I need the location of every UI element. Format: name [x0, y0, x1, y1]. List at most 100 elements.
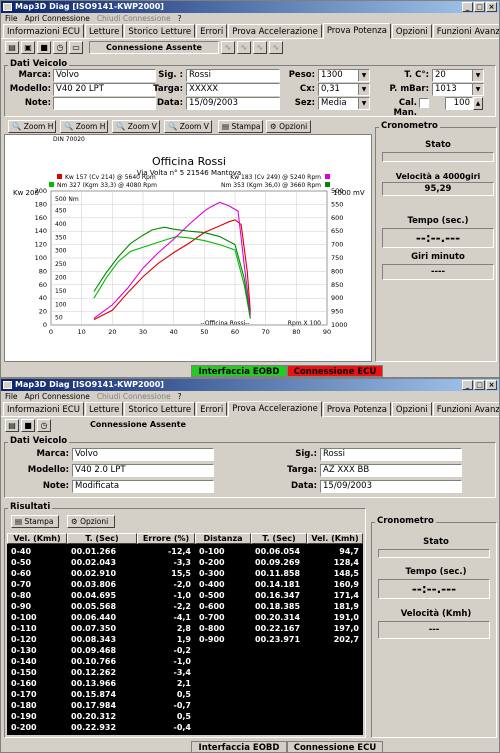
tab-prova-accelerazione[interactable]: Prova Accelerazione [228, 401, 322, 417]
marca-field[interactable]: Volvo [53, 69, 156, 82]
targa-field[interactable]: AZ XXX BB [320, 464, 462, 477]
menu-chiudi-connessione[interactable]: Chiudi Connessione [97, 391, 171, 402]
stampa-button[interactable]: ▤ Stampa [218, 120, 263, 133]
table-row[interactable]: 0-800 00.22.167 197,0 [7, 623, 363, 634]
opzioni-button[interactable]: ⚙ Opzioni [67, 515, 115, 528]
modello-field[interactable]: V40 20 LPT [53, 83, 156, 96]
cal-man-field[interactable]: 100 [445, 97, 473, 110]
save-icon[interactable]: ■ [37, 40, 51, 54]
menu-file[interactable]: File [5, 391, 18, 402]
menu-help[interactable]: ? [178, 391, 182, 402]
menu-help[interactable]: ? [178, 13, 182, 24]
tab-storico-letture[interactable]: Storico Letture [124, 24, 196, 38]
tab-informazioni-ecu[interactable]: Informazioni ECU [3, 402, 84, 416]
tab-prova-potenza[interactable]: Prova Potenza [322, 23, 391, 39]
spin-icon[interactable]: ▲ [473, 97, 483, 110]
tab-errori[interactable]: Errori [196, 24, 228, 38]
menu-file[interactable]: File [5, 13, 18, 24]
zoom-v-in-button[interactable]: 🔍 Zoom V [112, 120, 160, 133]
data-field[interactable]: 15/09/2003 [186, 97, 280, 110]
tab-informazioni-ecu[interactable]: Informazioni ECU [3, 24, 84, 38]
table-row[interactable]: 0-200 00.09.269 128,4 [7, 557, 363, 568]
col-header[interactable]: Distanza (m) [195, 533, 251, 552]
save-icon[interactable]: ■ [21, 418, 35, 432]
tab-funzioni-avanzate[interactable]: Funzioni Avanzate [432, 24, 499, 38]
zoom-h-out-button[interactable]: 🔍 Zoom H [60, 120, 108, 133]
tab-letture[interactable]: Letture [84, 24, 124, 38]
results-table[interactable]: Vel. (Kmh) T. (Sec) Errore (%) Distanza … [7, 533, 363, 735]
col-header[interactable]: Errore (%) [137, 533, 195, 544]
minimize-button[interactable]: _ [462, 2, 473, 12]
table-row[interactable]: 0-170 00.15.874 0,5 [7, 689, 195, 700]
monitor-icon[interactable]: ▭ [69, 40, 83, 54]
new-icon[interactable]: ▤ [5, 40, 19, 54]
note-field[interactable] [53, 97, 156, 110]
zoom-v-out-button[interactable]: 🔍 Zoom V [164, 120, 212, 133]
y3-tick-label: 400 [55, 221, 67, 228]
targa-field[interactable]: XXXXX [186, 83, 280, 96]
menu-apri-connessione[interactable]: Apri Connessione [25, 391, 90, 402]
table-row[interactable]: 0-900 00.23.971 202,7 [7, 634, 363, 645]
col-header[interactable]: Vel. (Kmh) [307, 533, 363, 544]
table-cell: 0-500 [199, 591, 225, 600]
menu-apri-connessione[interactable]: Apri Connessione [25, 13, 90, 24]
timer-icon[interactable]: ◷ [53, 40, 67, 54]
marca-field[interactable]: Volvo [72, 448, 214, 461]
opzioni-button[interactable]: ⚙ Opzioni [266, 120, 311, 133]
sez-select[interactable]: Media [318, 97, 370, 110]
table-row[interactable]: 0-100 00.06.054 94,7 [7, 546, 363, 557]
open-icon[interactable]: ▣ [21, 40, 35, 54]
tab-prova-accelerazione[interactable]: Prova Accelerazione [228, 24, 322, 38]
tab-prova-potenza[interactable]: Prova Potenza [322, 402, 391, 416]
stampa-button[interactable]: ▤ Stampa [11, 515, 59, 528]
sig-field[interactable]: Rossi [320, 448, 462, 461]
maximize-button[interactable]: □ [474, 380, 485, 390]
table-row[interactable]: 0-700 00.20.314 191,0 [7, 612, 363, 623]
tab-opzioni[interactable]: Opzioni [391, 402, 432, 416]
tab-errori[interactable]: Errori [196, 402, 228, 416]
col-header[interactable]: Vel. (Kmh) [7, 533, 67, 544]
tab-storico-letture[interactable]: Storico Letture [124, 402, 196, 416]
new-icon[interactable]: ▤ [5, 418, 19, 432]
table-row[interactable]: 0-500 00.16.347 171,4 [7, 590, 363, 601]
cal-man-checkbox[interactable] [419, 98, 429, 108]
tc-select[interactable]: 20 [432, 69, 484, 82]
table-row[interactable]: 0-600 00.18.385 181,9 [7, 601, 363, 612]
timer-icon[interactable]: ◷ [37, 418, 51, 432]
data-field[interactable]: 15/09/2003 [320, 480, 462, 493]
table-row[interactable]: 0-130 00.09.468 -0,2 [7, 645, 195, 656]
table-row[interactable]: 0-160 00.13.966 2,1 [7, 678, 195, 689]
table-row[interactable]: 0-150 00.12.262 -3,4 [7, 667, 195, 678]
pmbar-select[interactable]: 1013 [432, 83, 484, 96]
tab-letture[interactable]: Letture [84, 402, 124, 416]
zoom-h-in-button[interactable]: 🔍 Zoom H [8, 120, 56, 133]
table-cell: 00.22.167 [255, 624, 301, 633]
graph-icon[interactable]: ∿ [269, 40, 283, 54]
close-button[interactable]: × [486, 380, 497, 390]
graph-icon[interactable]: ∿ [253, 40, 267, 54]
table-row[interactable]: 0-180 00.17.984 -0,7 [7, 700, 195, 711]
close-button[interactable]: × [486, 2, 497, 12]
table-row[interactable]: 0-190 00.20.312 0,5 [7, 711, 195, 722]
graph-icon[interactable]: ∿ [221, 40, 235, 54]
modello-field[interactable]: V40 2.0 LPT [72, 464, 214, 477]
title-bar[interactable]: Map3D Diag [ISO9141-KWP2000] _ □ × [1, 1, 499, 13]
col-header[interactable]: T. (Sec) [67, 533, 137, 544]
sig-field[interactable]: Rossi [186, 69, 280, 82]
cx-select[interactable]: 0,31 [318, 83, 370, 96]
table-row[interactable]: 0-300 00.11.858 148,5 [7, 568, 363, 579]
table-row[interactable]: 0-140 00.10.766 -1,0 [7, 656, 195, 667]
table-row[interactable]: 0-400 00.14.181 160,9 [7, 579, 363, 590]
maximize-button[interactable]: □ [474, 2, 485, 12]
table-row[interactable]: 0-200 00.22.932 -0,4 [7, 722, 195, 733]
col-header[interactable]: T. (Sec) [251, 533, 307, 544]
peso-select[interactable]: 1300 [318, 69, 370, 82]
minimize-button[interactable]: _ [462, 380, 473, 390]
note-field[interactable]: Modificata [72, 480, 214, 493]
graph-icon[interactable]: ∿ [237, 40, 251, 54]
tab-funzioni-avanzate[interactable]: Funzioni Avanzate [432, 402, 499, 416]
tab-opzioni[interactable]: Opzioni [391, 24, 432, 38]
title-bar[interactable]: Map3D Diag [ISO9141-KWP2000] _ □ × [1, 379, 499, 391]
menu-chiudi-connessione[interactable]: Chiudi Connessione [97, 13, 171, 24]
table-cell: 94,7 [339, 547, 359, 556]
